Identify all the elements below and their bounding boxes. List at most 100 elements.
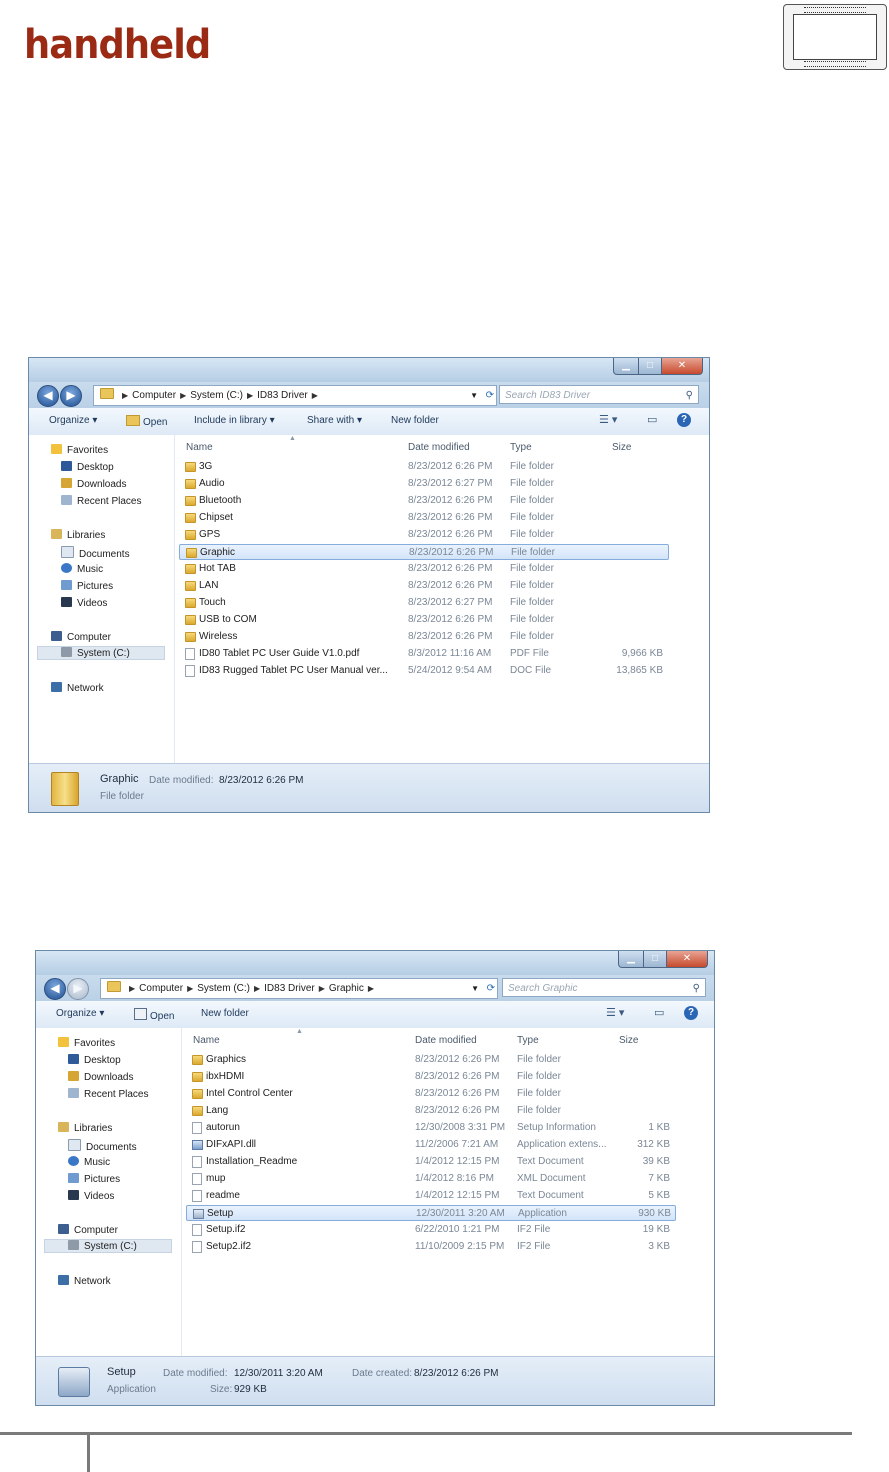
new-folder-button[interactable]: New folder bbox=[391, 415, 439, 426]
share-with-button[interactable]: Share with ▾ bbox=[307, 415, 362, 426]
table-row[interactable]: Wireless 8/23/2012 6:26 PM File folder bbox=[179, 629, 669, 645]
table-row[interactable]: Graphic 8/23/2012 6:26 PM File folder bbox=[179, 544, 669, 560]
view-options-icon[interactable]: ☰ ▾ bbox=[606, 1006, 624, 1019]
table-row[interactable]: ID83 Rugged Tablet PC User Manual ver...… bbox=[179, 663, 669, 679]
refresh-icon[interactable]: ⟳ bbox=[486, 386, 494, 405]
forward-button[interactable]: ▶ bbox=[67, 978, 89, 1000]
minimize-button[interactable]: ▁ bbox=[613, 358, 639, 375]
nav-desktop[interactable]: Desktop bbox=[61, 461, 114, 473]
chevron-down-icon[interactable]: ▼ bbox=[470, 386, 478, 405]
preview-pane-icon[interactable]: ▭ bbox=[654, 1006, 664, 1019]
nav-recent-places[interactable]: Recent Places bbox=[68, 1088, 148, 1100]
table-row[interactable]: Lang 8/23/2012 6:26 PM File folder bbox=[186, 1103, 676, 1119]
close-button[interactable]: ✕ bbox=[662, 358, 703, 375]
nav-system-drive[interactable]: System (C:) bbox=[44, 1239, 172, 1253]
breadcrumb-graphic[interactable]: Graphic bbox=[329, 983, 364, 994]
search-input[interactable]: Search ID83 Driver ⚲ bbox=[499, 385, 699, 404]
nav-music[interactable]: Music bbox=[61, 563, 103, 575]
minimize-button[interactable]: ▁ bbox=[618, 951, 644, 968]
nav-libraries[interactable]: Libraries bbox=[51, 529, 105, 541]
table-row[interactable]: Touch 8/23/2012 6:27 PM File folder bbox=[179, 595, 669, 611]
table-row[interactable]: Hot TAB 8/23/2012 6:26 PM File folder bbox=[179, 561, 669, 577]
include-in-library-button[interactable]: Include in library ▾ bbox=[194, 415, 275, 426]
refresh-icon[interactable]: ⟳ bbox=[487, 979, 495, 998]
breadcrumb-system[interactable]: System (C:) bbox=[197, 983, 250, 994]
column-header-name[interactable]: Name bbox=[186, 442, 213, 453]
column-header-date[interactable]: Date modified bbox=[408, 442, 470, 453]
table-row[interactable]: autorun 12/30/2008 3:31 PM Setup Informati… bbox=[186, 1120, 676, 1136]
breadcrumb-computer[interactable]: Computer bbox=[139, 983, 183, 994]
nav-favorites[interactable]: Favorites bbox=[51, 444, 108, 456]
back-button[interactable]: ◀ bbox=[44, 978, 66, 1000]
table-row[interactable]: Chipset 8/23/2012 6:26 PM File folder bbox=[179, 510, 669, 526]
table-row[interactable]: ID80 Tablet PC User Guide V1.0.pdf 8/3/20… bbox=[179, 646, 669, 662]
close-button[interactable]: ✕ bbox=[667, 951, 708, 968]
breadcrumb-system[interactable]: System (C:) bbox=[190, 390, 243, 401]
table-row[interactable]: Intel Control Center 8/23/2012 6:26 PM Fil… bbox=[186, 1086, 676, 1102]
open-button[interactable]: Open bbox=[126, 415, 167, 428]
nav-libraries[interactable]: Libraries bbox=[58, 1122, 112, 1134]
nav-documents[interactable]: Documents bbox=[61, 546, 130, 560]
nav-label: Libraries bbox=[67, 530, 106, 541]
back-button[interactable]: ◀ bbox=[37, 385, 59, 407]
nav-desktop[interactable]: Desktop bbox=[68, 1054, 121, 1066]
column-header-type[interactable]: Type bbox=[510, 442, 532, 453]
help-icon[interactable]: ? bbox=[684, 1006, 698, 1020]
forward-button[interactable]: ▶ bbox=[60, 385, 82, 407]
nav-videos[interactable]: Videos bbox=[61, 597, 107, 609]
table-row[interactable]: mup 1/4/2012 8:16 PM XML Document 7 KB bbox=[186, 1171, 676, 1187]
maximize-button[interactable]: □ bbox=[644, 951, 667, 968]
breadcrumb-driver[interactable]: ID83 Driver bbox=[257, 390, 308, 401]
table-row[interactable]: DIFxAPI.dll 11/2/2006 7:21 AM Application … bbox=[186, 1137, 676, 1153]
nav-downloads[interactable]: Downloads bbox=[68, 1071, 133, 1083]
table-row[interactable]: GPS 8/23/2012 6:26 PM File folder bbox=[179, 527, 669, 543]
breadcrumb-computer[interactable]: Computer bbox=[132, 390, 176, 401]
table-row[interactable]: Audio 8/23/2012 6:27 PM File folder bbox=[179, 476, 669, 492]
nav-system-drive[interactable]: System (C:) bbox=[37, 646, 165, 660]
table-row[interactable]: Setup2.if2 11/10/2009 2:15 PM IF2 File 3 KB bbox=[186, 1239, 676, 1255]
table-row[interactable]: readme 1/4/2012 12:15 PM Text Document 5 KB bbox=[186, 1188, 676, 1204]
nav-favorites[interactable]: Favorites bbox=[58, 1037, 115, 1049]
table-row[interactable]: Setup.if2 6/22/2010 1:21 PM IF2 File 19 KB bbox=[186, 1222, 676, 1238]
table-row[interactable]: Setup 12/30/2011 3:20 AM Application 930 KB bbox=[186, 1205, 676, 1221]
search-input[interactable]: Search Graphic ⚲ bbox=[502, 978, 706, 997]
file-name: Hot TAB bbox=[199, 563, 236, 574]
nav-pictures[interactable]: Pictures bbox=[61, 580, 113, 592]
table-row[interactable]: 3G 8/23/2012 6:26 PM File folder bbox=[179, 459, 669, 475]
table-row[interactable]: USB to COM 8/23/2012 6:26 PM File folder bbox=[179, 612, 669, 628]
table-row[interactable]: Bluetooth 8/23/2012 6:26 PM File folder bbox=[179, 493, 669, 509]
nav-network[interactable]: Network bbox=[58, 1275, 111, 1287]
nav-recent-places[interactable]: Recent Places bbox=[61, 495, 141, 507]
view-options-icon[interactable]: ☰ ▾ bbox=[599, 413, 617, 426]
address-bar[interactable]: ▶ Computer ▶ System (C:) ▶ ID83 Driver ▶ Graphi… bbox=[100, 978, 498, 999]
column-header-name[interactable]: Name bbox=[193, 1035, 220, 1046]
column-header-size[interactable]: Size bbox=[612, 442, 631, 453]
nav-network[interactable]: Network bbox=[51, 682, 104, 694]
nav-computer[interactable]: Computer bbox=[58, 1224, 118, 1236]
nav-computer[interactable]: Computer bbox=[51, 631, 111, 643]
organize-button[interactable]: Organize ▾ bbox=[56, 1008, 104, 1019]
column-header-date[interactable]: Date modified bbox=[415, 1035, 477, 1046]
table-row[interactable]: LAN 8/23/2012 6:26 PM File folder bbox=[179, 578, 669, 594]
column-header-size[interactable]: Size bbox=[619, 1035, 638, 1046]
nav-pictures[interactable]: Pictures bbox=[68, 1173, 120, 1185]
nav-music[interactable]: Music bbox=[68, 1156, 110, 1168]
column-header-type[interactable]: Type bbox=[517, 1035, 539, 1046]
new-folder-button[interactable]: New folder bbox=[201, 1008, 249, 1019]
breadcrumb-driver[interactable]: ID83 Driver bbox=[264, 983, 315, 994]
nav-videos[interactable]: Videos bbox=[68, 1190, 114, 1202]
maximize-button[interactable]: □ bbox=[639, 358, 662, 375]
file-name: Chipset bbox=[199, 512, 233, 523]
table-row[interactable]: Installation_Readme 1/4/2012 12:15 PM Text… bbox=[186, 1154, 676, 1170]
address-bar[interactable]: ▶ Computer ▶ System (C:) ▶ ID83 Driver ▶ ▼ ⟳ bbox=[93, 385, 497, 406]
table-row[interactable]: Graphics 8/23/2012 6:26 PM File folder bbox=[186, 1052, 676, 1068]
preview-pane-icon[interactable]: ▭ bbox=[647, 413, 657, 426]
nav-downloads[interactable]: Downloads bbox=[61, 478, 126, 490]
nav-documents[interactable]: Documents bbox=[68, 1139, 137, 1153]
table-row[interactable]: ibxHDMI 8/23/2012 6:26 PM File folder bbox=[186, 1069, 676, 1085]
organize-button[interactable]: Organize ▾ bbox=[49, 415, 97, 426]
help-icon[interactable]: ? bbox=[677, 413, 691, 427]
file-name: Bluetooth bbox=[199, 495, 242, 506]
open-button[interactable]: Open bbox=[134, 1008, 174, 1022]
chevron-down-icon[interactable]: ▼ bbox=[471, 979, 479, 998]
